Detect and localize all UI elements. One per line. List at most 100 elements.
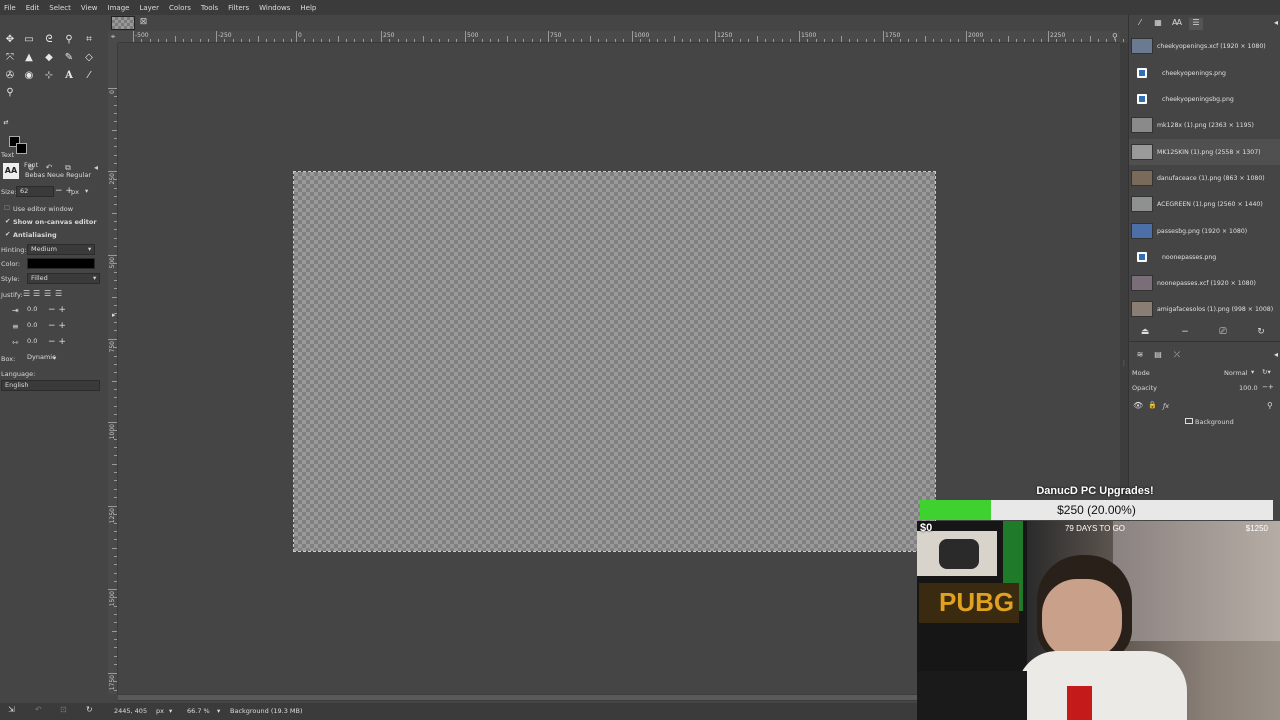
patterns-tab-icon[interactable]: ▦: [1151, 18, 1165, 30]
antialiasing-checkbox-label[interactable]: Antialiasing: [13, 231, 57, 239]
menu-item-filters[interactable]: Filters: [223, 4, 254, 12]
image-list-item[interactable]: passesbg.png (1920 × 1080): [1129, 218, 1280, 244]
paths-icon[interactable]: ⊹: [42, 68, 56, 82]
opacity-value[interactable]: 100.0: [1239, 384, 1258, 392]
letter-spacing-stepper[interactable]: − +: [48, 338, 66, 347]
background-color-swatch[interactable]: [16, 143, 27, 154]
justify-fill-icon[interactable]: ☰: [55, 289, 62, 298]
fx-icon[interactable]: ƒx: [1163, 402, 1169, 410]
paintbrush-icon[interactable]: ✎: [62, 50, 76, 64]
lasso-icon[interactable]: ᘓ: [42, 32, 56, 46]
transform-icon[interactable]: ⤧: [3, 50, 17, 64]
image-list-item[interactable]: amigafacesolos (1).png (998 × 1008): [1129, 296, 1280, 322]
zoom-select[interactable]: 66.7 %: [187, 707, 210, 715]
menu-item-select[interactable]: Select: [44, 4, 76, 12]
chevron-down-icon[interactable]: ▾: [85, 187, 88, 195]
size-unit-select[interactable]: px: [71, 188, 79, 196]
image-list-item[interactable]: ACEGREEN (1).png (2560 × 1440): [1129, 191, 1280, 217]
paths-tab-icon[interactable]: ⤫: [1170, 350, 1184, 362]
lock-icon[interactable]: 🔒: [1148, 401, 1157, 409]
rect-select-icon[interactable]: ▭: [22, 32, 36, 46]
dock-resize-handle[interactable]: ⋮: [1121, 360, 1127, 370]
font-preview-icon[interactable]: AA: [3, 163, 19, 179]
reset-icon[interactable]: ↻: [86, 705, 93, 714]
zoom-icon[interactable]: ⚲: [3, 85, 17, 99]
check-icon[interactable]: ✔: [5, 217, 10, 225]
menu-item-view[interactable]: View: [76, 4, 103, 12]
chevron-down-icon[interactable]: ▾: [1251, 368, 1254, 376]
refresh-icon[interactable]: ↻: [1255, 327, 1267, 339]
images-tab-icon[interactable]: ☰: [1189, 18, 1203, 30]
channels-tab-icon[interactable]: ▤: [1151, 350, 1165, 362]
menu-item-image[interactable]: Image: [103, 4, 135, 12]
eraser-icon[interactable]: ◇: [82, 50, 96, 64]
layer-thumbnail[interactable]: [1185, 418, 1193, 424]
menu-item-edit[interactable]: Edit: [21, 4, 45, 12]
search-icon[interactable]: ⚲: [1267, 401, 1273, 410]
image-tab-thumbnail[interactable]: [111, 16, 135, 30]
configure-tab-icon[interactable]: ◂: [1269, 18, 1280, 30]
redo-icon[interactable]: ⊡: [60, 705, 67, 714]
chevron-down-icon[interactable]: ▾: [169, 707, 172, 715]
indent-input[interactable]: 0.0: [24, 305, 46, 316]
text-color-swatch[interactable]: [27, 258, 95, 269]
check-icon[interactable]: ✔: [5, 230, 10, 238]
ruler-corner-icon[interactable]: ⌖: [108, 31, 118, 43]
close-icon[interactable]: ⊠: [138, 17, 149, 28]
hinting-select[interactable]: Medium: [27, 244, 95, 255]
line-spacing-stepper[interactable]: − +: [48, 322, 66, 331]
justify-right-icon[interactable]: ☰: [33, 289, 40, 298]
dodge-icon[interactable]: ◉: [22, 68, 36, 82]
reset-mode-icon[interactable]: ↻▾: [1262, 368, 1271, 376]
image-list-item[interactable]: noonepasses.xcf (1920 × 1080): [1129, 270, 1280, 296]
style-select[interactable]: Filled: [27, 273, 100, 284]
collapse-arrow-icon[interactable]: ▸: [112, 311, 116, 319]
bucket-fill-icon[interactable]: ◆: [42, 50, 56, 64]
line-spacing-input[interactable]: 0.0: [24, 321, 46, 332]
fuzzy-select-icon[interactable]: ⚲: [62, 32, 76, 46]
move-tool-icon[interactable]: ✥: [3, 32, 17, 46]
eye-icon[interactable]: 👁: [1133, 401, 1143, 410]
chevron-down-icon[interactable]: ▾: [53, 354, 56, 362]
layer-name-background[interactable]: Background: [1195, 418, 1234, 426]
image-list-item[interactable]: noonepasses.png: [1129, 244, 1280, 270]
image-list-item[interactable]: MK12SKIN (1).png (2558 × 1307): [1129, 139, 1280, 165]
letter-spacing-input[interactable]: 0.0: [24, 337, 46, 348]
size-input[interactable]: 62: [16, 186, 54, 197]
brushes-tab-icon[interactable]: ⁄: [1133, 18, 1147, 30]
chevron-down-icon[interactable]: ▾: [217, 707, 220, 715]
menu-item-tools[interactable]: Tools: [196, 4, 223, 12]
layers-tab-icon[interactable]: ≋: [1133, 350, 1147, 362]
menu-item-colors[interactable]: Colors: [164, 4, 196, 12]
scrollbar-thumb[interactable]: [118, 695, 918, 700]
configure-tab-icon[interactable]: ◂: [1269, 350, 1280, 362]
swap-colors-icon[interactable]: ⇄: [2, 118, 10, 126]
image-list-item[interactable]: cheekyopeningsbg.png: [1129, 86, 1280, 112]
chevron-down-icon[interactable]: ▾: [93, 274, 96, 282]
zoom-fit-icon[interactable]: ⚲: [1112, 32, 1122, 42]
unit-select[interactable]: px: [156, 707, 164, 715]
show-on-canvas-checkbox-label[interactable]: Show on-canvas editor: [13, 218, 97, 226]
text-tool-icon[interactable]: A: [62, 68, 76, 82]
warp-icon[interactable]: ▲: [22, 50, 36, 64]
color-picker-icon[interactable]: ⁄: [82, 68, 96, 82]
image-list-item[interactable]: mk128x (1).png (2363 × 1195): [1129, 112, 1280, 138]
mode-select[interactable]: Normal: [1224, 369, 1248, 377]
image-canvas-transparent[interactable]: [293, 171, 936, 552]
justify-center-icon[interactable]: ☰: [44, 289, 51, 298]
menu-item-windows[interactable]: Windows: [254, 4, 295, 12]
clone-icon[interactable]: ✇: [3, 68, 17, 82]
use-editor-window-checkbox-label[interactable]: Use editor window: [13, 205, 73, 213]
menu-item-help[interactable]: Help: [295, 4, 321, 12]
menu-item-layer[interactable]: Layer: [134, 4, 164, 12]
justify-left-icon[interactable]: ☰: [23, 289, 30, 298]
undo-icon[interactable]: ↶: [35, 705, 42, 714]
chevron-down-icon[interactable]: ▾: [88, 245, 91, 253]
opacity-stepper[interactable]: −+: [1262, 383, 1274, 392]
crop-icon[interactable]: ⌗: [82, 32, 96, 46]
new-display-icon[interactable]: −: [1179, 327, 1191, 339]
language-input[interactable]: English: [1, 380, 100, 391]
fonts-tab-icon[interactable]: Ꜳ: [1170, 18, 1184, 30]
image-list-item[interactable]: cheekyopenings.png: [1129, 60, 1280, 86]
indent-stepper[interactable]: − +: [48, 306, 66, 315]
